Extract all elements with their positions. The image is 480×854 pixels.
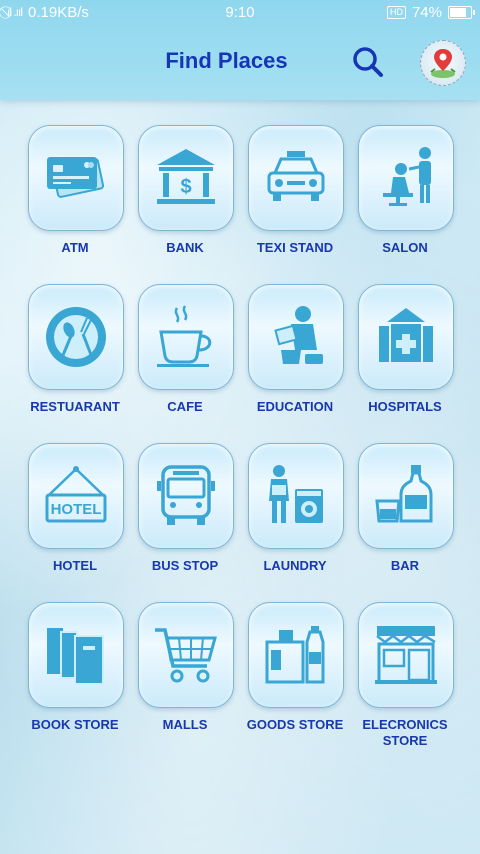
category-tile bbox=[358, 602, 454, 708]
category-label: EDUCATION bbox=[256, 399, 334, 414]
category-tile bbox=[248, 602, 344, 708]
category-label: TEXI STAND bbox=[256, 240, 334, 255]
hotel-sign-icon: HOTEL bbox=[45, 466, 107, 523]
svg-text:HOTEL: HOTEL bbox=[51, 501, 102, 518]
category-label: CAFE bbox=[167, 399, 203, 414]
category-tile bbox=[358, 125, 454, 231]
category-grid: ATM $ BANK TEXI STAND SALON RESTUARANT C… bbox=[0, 0, 480, 854]
category-label: ELECRONICS STORE bbox=[362, 717, 448, 748]
category-label: HOSPITALS bbox=[368, 399, 442, 414]
laundry-icon bbox=[269, 465, 323, 523]
category-tile: HOTEL bbox=[28, 443, 124, 549]
bottle-glass-icon bbox=[375, 465, 433, 523]
bank-icon: $ bbox=[157, 149, 215, 204]
category-tile bbox=[358, 284, 454, 390]
books-icon bbox=[47, 628, 104, 685]
category-label: GOODS STORE bbox=[246, 717, 344, 732]
category-label: HOTEL bbox=[52, 558, 98, 573]
category-label: ATM bbox=[61, 240, 89, 255]
category-label: SALON bbox=[382, 240, 428, 255]
category-label: RESTUARANT bbox=[30, 399, 120, 414]
category-tile bbox=[28, 602, 124, 708]
category-tile bbox=[248, 125, 344, 231]
coffee-cup-icon bbox=[157, 305, 212, 367]
reading-person-icon bbox=[274, 306, 323, 364]
restaurant-icon bbox=[46, 307, 106, 367]
category-label: BAR bbox=[390, 558, 420, 573]
category-tile bbox=[28, 284, 124, 390]
bus-icon bbox=[157, 465, 215, 525]
category-tile: $ bbox=[138, 125, 234, 231]
category-label: BUS STOP bbox=[151, 558, 219, 573]
credit-card-icon bbox=[47, 157, 105, 198]
category-tile bbox=[28, 125, 124, 231]
svg-text:$: $ bbox=[180, 176, 191, 198]
category-label: BOOK STORE bbox=[31, 717, 119, 732]
salon-icon bbox=[383, 147, 431, 206]
category-tile bbox=[358, 443, 454, 549]
taxi-icon bbox=[267, 151, 325, 201]
shopping-cart-icon bbox=[155, 628, 217, 683]
category-tile bbox=[138, 284, 234, 390]
hospital-icon bbox=[379, 308, 433, 362]
category-tile bbox=[138, 602, 234, 708]
category-tile bbox=[248, 443, 344, 549]
category-tile bbox=[248, 284, 344, 390]
category-tile bbox=[138, 443, 234, 549]
category-label: LAUNDRY bbox=[263, 558, 327, 573]
category-label: BANK bbox=[166, 240, 204, 255]
storefront-icon bbox=[375, 626, 437, 684]
category-label: MALLS bbox=[162, 717, 208, 732]
grocery-icon bbox=[265, 626, 325, 684]
